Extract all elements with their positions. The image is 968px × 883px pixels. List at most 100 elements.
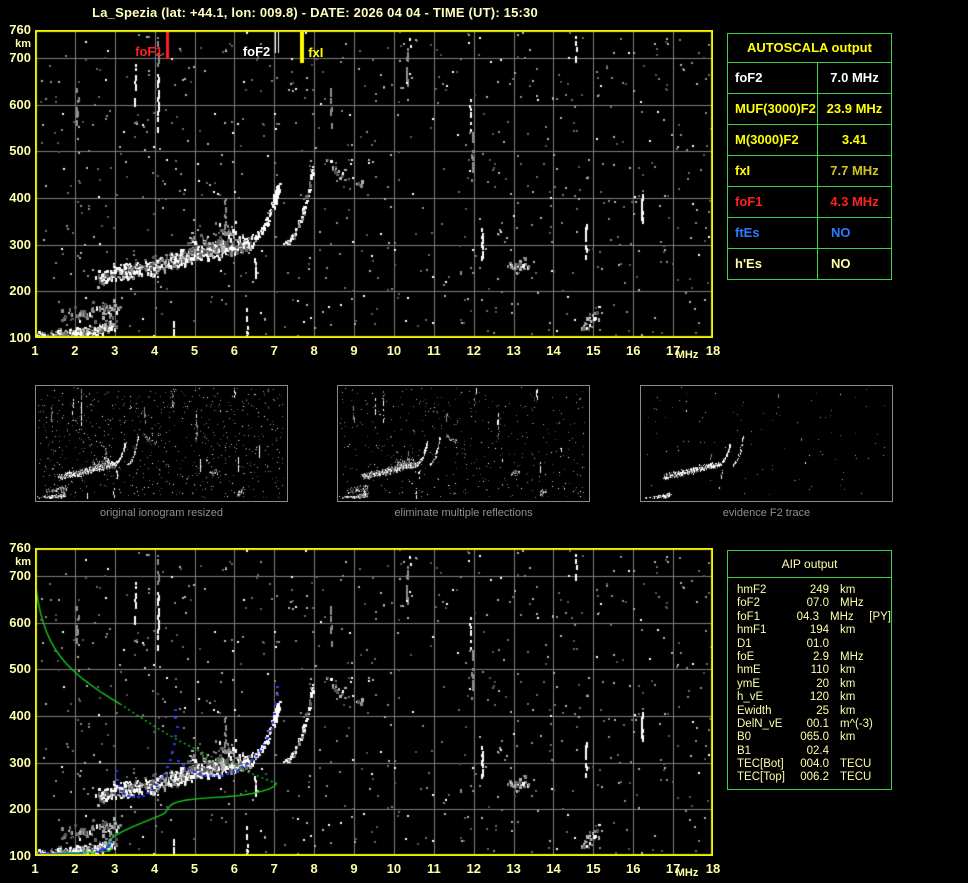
x-axis-tick-label: 14: [540, 344, 566, 358]
aip-unit: [840, 745, 884, 758]
x-axis-tick-label: 12: [461, 862, 487, 876]
aip-name: foE: [737, 651, 796, 664]
aip-val: 04.3: [790, 611, 819, 624]
aip-val: 194: [796, 624, 829, 637]
aip-extra: [PY]: [869, 611, 891, 624]
aip-name: hmF2: [737, 584, 796, 597]
x-axis-tick-label: 13: [501, 344, 527, 358]
aip-row-DelN_vE: DelN_vE00.1m^(-3): [737, 718, 891, 731]
aip-unit: km: [840, 731, 884, 744]
station-title: La_Spezia (lat: +44.1, lon: 009.8) - DAT…: [35, 5, 595, 20]
x-axis-tick-label: 14: [540, 862, 566, 876]
aip-val: 20: [796, 678, 829, 691]
thumbnail-canvas-1: [36, 386, 285, 499]
y-axis-tick-label: 760: [0, 541, 31, 555]
aip-name: B1: [737, 745, 796, 758]
autoscala-param-value: 4.3 MHz: [818, 187, 891, 217]
aip-row-B0: B0065.0km: [737, 731, 891, 744]
autoscala-param-value: 7.7 MHz: [818, 156, 891, 186]
aip-unit: MHz: [830, 611, 869, 624]
x-axis-tick-label: 5: [182, 862, 208, 876]
y-axis-tick-label: 300: [0, 238, 31, 252]
aip-val: 07.0: [796, 597, 829, 610]
x-axis-tick-label: 11: [421, 344, 447, 358]
autoscala-row-foF2: foF27.0 MHz: [728, 63, 891, 94]
x-axis-tick-label: 7: [261, 344, 287, 358]
autoscala-param-name: foF1: [728, 187, 818, 217]
aip-row-hmE: hmE110 km: [737, 664, 891, 677]
autoscala-param-value: 7.0 MHz: [818, 63, 891, 93]
autoscala-param-value: 23.9 MHz: [818, 94, 891, 124]
aip-unit: m^(-3): [840, 718, 884, 731]
autoscala-row-M(3000)F2: M(3000)F23.41: [728, 125, 891, 156]
x-axis-tick-label: 1: [22, 862, 48, 876]
x-axis-tick-label: 16: [620, 344, 646, 358]
aip-row-Ewidth: Ewidth25km: [737, 705, 891, 718]
thumbnail-eliminate-reflections: [337, 385, 590, 502]
x-axis-tick-label: 11: [421, 862, 447, 876]
y-axis-tick-label: 600: [0, 616, 31, 630]
aip-val: 065.0: [796, 731, 829, 744]
bottom-profile-plot: [35, 548, 713, 856]
autoscala-param-name: MUF(3000)F2: [728, 94, 818, 124]
autoscala-output-rows: foF27.0 MHzMUF(3000)F223.9 MHzM(3000)F23…: [728, 63, 891, 279]
thumbnail-caption-1: original ionogram resized: [35, 507, 288, 519]
marker-label-foF2: foF2: [236, 45, 270, 58]
y-axis-tick-label: 200: [0, 802, 31, 816]
aip-name: foF1: [737, 611, 790, 624]
y-axis-tick-label: 760: [0, 23, 31, 37]
y-axis-tick-label: 700: [0, 569, 31, 583]
x-axis-tick-label: 13: [501, 862, 527, 876]
top-ionogram-plot: [35, 30, 713, 338]
thumbnail-canvas-2: [338, 386, 587, 499]
aip-name: TEC[Top]: [737, 771, 796, 784]
aip-output-rows: hmF2249kmfoF207.0MHzfoF104.3MHz[PY]hmF11…: [728, 578, 891, 785]
autoscala-param-name: ftEs: [728, 218, 818, 248]
aip-row-foF2: foF207.0MHz: [737, 597, 891, 610]
autoscala-param-value: 3.41: [818, 125, 891, 155]
aip-val: 02.4: [796, 745, 829, 758]
aip-unit: km: [840, 664, 884, 677]
aip-unit: km: [840, 624, 884, 637]
x-axis-tick-label: 2: [62, 862, 88, 876]
autoscala-param-value: NO: [818, 218, 891, 248]
marker-label-fxI: fxI: [308, 46, 323, 59]
x-axis-tick-label: 7: [261, 862, 287, 876]
aip-row-B1: B102.4: [737, 745, 891, 758]
aip-val: 110: [796, 664, 829, 677]
x-axis-tick-label: 3: [102, 862, 128, 876]
aip-name: foF2: [737, 597, 796, 610]
aip-output-panel: AIP output hmF2249kmfoF207.0MHzfoF104.3M…: [727, 550, 892, 790]
aip-unit: TECU: [840, 771, 884, 784]
aip-row-hmF2: hmF2249km: [737, 584, 891, 597]
x-axis-tick-label: 6: [221, 344, 247, 358]
aip-val: 01.0: [796, 638, 829, 651]
autoscala-output-panel: AUTOSCALA output foF27.0 MHzMUF(3000)F22…: [727, 33, 892, 280]
aip-val: 249: [796, 584, 829, 597]
x-axis-unit-label: MHz: [674, 348, 700, 362]
aip-output-header: AIP output: [728, 551, 891, 578]
marker-label-foF1: foF1: [129, 45, 163, 58]
aip-row-foF1: foF104.3 MHz[PY]: [737, 611, 891, 624]
aip-unit: MHz: [840, 651, 884, 664]
thumbnail-caption-2: eliminate multiple reflections: [337, 507, 590, 519]
x-axis-tick-label: 16: [620, 862, 646, 876]
y-axis-tick-label: 500: [0, 662, 31, 676]
y-axis-tick-label: 300: [0, 756, 31, 770]
y-axis-tick-label: 400: [0, 191, 31, 205]
aip-row-D1: D101.0: [737, 638, 891, 651]
autoscala-row-fxI: fxI7.7 MHz: [728, 156, 891, 187]
y-axis-tick-label: 400: [0, 709, 31, 723]
autoscala-output-header: AUTOSCALA output: [728, 34, 891, 63]
aip-name: D1: [737, 638, 796, 651]
autoscala-param-name: M(3000)F2: [728, 125, 818, 155]
y-axis-tick-label: 100: [0, 849, 31, 863]
thumbnail-canvas-3: [641, 386, 890, 499]
x-axis-tick-label: 12: [461, 344, 487, 358]
y-axis-tick-label: 200: [0, 284, 31, 298]
x-axis-tick-label: 9: [341, 344, 367, 358]
x-axis-tick-label: 15: [580, 862, 606, 876]
aip-name: hmE: [737, 664, 796, 677]
autoscala-window: La_Spezia (lat: +44.1, lon: 009.8) - DAT…: [0, 0, 968, 883]
aip-val: 120: [796, 691, 829, 704]
